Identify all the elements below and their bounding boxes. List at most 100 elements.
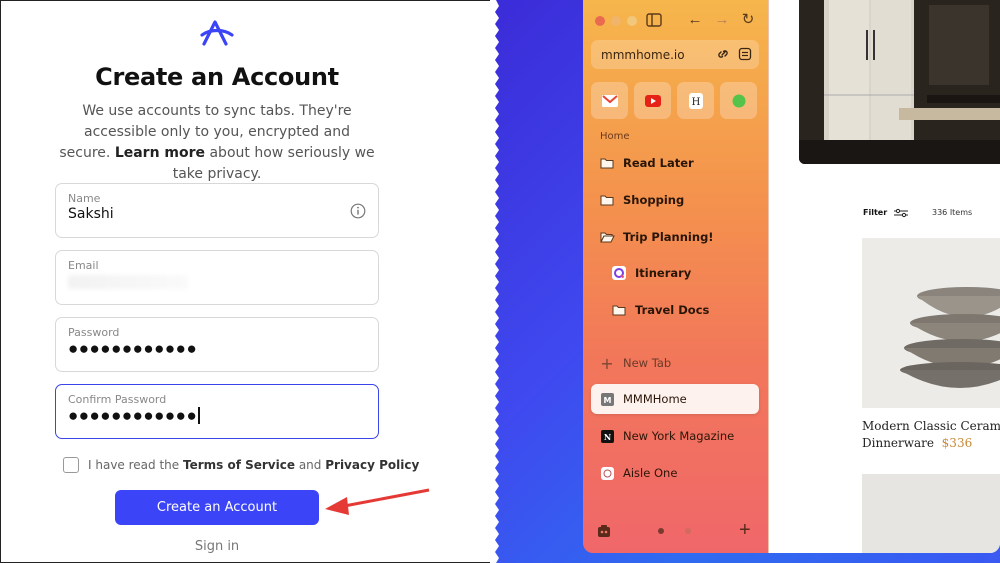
product-image-bowls[interactable] (862, 238, 1000, 408)
tab-label: Aisle One (623, 466, 678, 480)
terms-row: I have read the Terms of Service and Pri… (63, 457, 419, 473)
reload-icon[interactable]: ↻ (739, 11, 757, 29)
tab-new-york-magazine[interactable]: N New York Magazine (591, 421, 759, 451)
email-field[interactable]: Email (55, 250, 379, 305)
tab-label: New York Magazine (623, 429, 735, 443)
sidebar-toggle-icon[interactable] (645, 11, 663, 29)
create-account-button[interactable]: Create an Account (115, 490, 319, 525)
sidebar-item-trip-planning[interactable]: Trip Planning! (591, 222, 759, 252)
new-york-magazine-favicon: N (599, 428, 615, 444)
svg-text:N: N (603, 432, 610, 442)
email-value-redacted (68, 275, 188, 289)
info-icon[interactable] (350, 203, 366, 219)
sidebar-item-label: Trip Planning! (623, 230, 714, 244)
url-text: mmmhome.io (601, 48, 685, 62)
tab-label: MMMHome (623, 392, 687, 406)
arc-logo-icon (200, 20, 234, 46)
terms-and-text: and (298, 458, 322, 472)
youtube-icon (644, 94, 661, 107)
maximize-window-button[interactable] (627, 16, 637, 26)
password-field[interactable]: Password ●●●●●●●●●●●● (55, 317, 379, 372)
itinerary-icon (611, 265, 627, 281)
terms-text: I have read the (88, 458, 180, 472)
name-value: Sakshi (68, 206, 114, 222)
filter-button[interactable]: Filter (863, 208, 908, 218)
item-count: 336 Items (932, 208, 973, 217)
spotify-icon (732, 94, 745, 107)
folder-icon (611, 302, 627, 318)
sidebar-item-shopping[interactable]: Shopping (591, 185, 759, 215)
learn-more-link[interactable]: Learn more (115, 145, 205, 161)
close-window-button[interactable] (595, 16, 605, 26)
tab-mmmhome[interactable]: M MMMHome (591, 384, 759, 414)
sidebar-item-travel-docs[interactable]: Travel Docs (591, 295, 759, 325)
terms-checkbox[interactable] (63, 457, 79, 473)
product-price: $336 (941, 436, 973, 450)
library-icon[interactable] (596, 523, 612, 539)
page-subtitle: We use accounts to sync tabs. They're ac… (57, 101, 377, 185)
sidebar-item-label: Itinerary (635, 266, 692, 280)
reader-icon[interactable] (737, 46, 753, 62)
confirm-password-value-wrap: ●●●●●●●●●●●● (68, 406, 201, 426)
privacy-policy-link[interactable]: Privacy Policy (325, 458, 419, 472)
favorite-gmail[interactable] (591, 82, 628, 119)
product-title[interactable]: Modern Classic Ceramic Dinnerware $336 (862, 418, 1000, 452)
folder-open-icon (599, 229, 615, 245)
web-page-content: Filter 336 Items Modern Classic Ceramic (768, 0, 1000, 553)
back-arrow-icon[interactable]: ← (686, 11, 704, 29)
tab-aisle-one[interactable]: Aisle One (591, 458, 759, 488)
kitchen-photo (799, 0, 1000, 164)
confirm-password-label: Confirm Password (68, 393, 167, 406)
svg-text:M: M (603, 396, 611, 405)
favorite-spotify[interactable] (720, 82, 757, 119)
sidebar-item-label: Travel Docs (635, 303, 710, 317)
folder-icon (599, 155, 615, 171)
product-name-line-2: Dinnerware $336 (862, 435, 1000, 452)
terms-of-service-link[interactable]: Terms of Service (183, 458, 295, 472)
sign-in-link[interactable]: Sign in (115, 539, 319, 554)
link-icon[interactable] (715, 46, 731, 62)
new-tab-button[interactable]: + New Tab (591, 348, 759, 378)
password-value: ●●●●●●●●●●●● (68, 339, 198, 358)
filter-sliders-icon (894, 208, 908, 218)
favorite-hinge[interactable]: H (677, 82, 714, 119)
sidebar-section-label: Home (600, 131, 630, 142)
space-dot[interactable] (685, 528, 691, 534)
forward-arrow-icon[interactable]: → (713, 11, 731, 29)
favorite-youtube[interactable] (634, 82, 671, 119)
folder-icon (599, 192, 615, 208)
email-label: Email (68, 259, 99, 272)
name-field[interactable]: Name Sakshi (55, 183, 379, 238)
aisle-one-favicon (599, 465, 615, 481)
sidebar-item-read-later[interactable]: Read Later (591, 148, 759, 178)
stacked-bowls-photo (862, 238, 1000, 408)
product-image-2[interactable] (862, 474, 1000, 553)
svg-text:H: H (691, 97, 700, 108)
product-name-line-2-text: Dinnerware (862, 436, 935, 450)
page-title: Create an Account (95, 63, 339, 91)
filter-label: Filter (863, 208, 888, 217)
red-arrow-annotation (325, 488, 430, 515)
space-dot-active[interactable] (658, 528, 664, 534)
password-label: Password (68, 326, 120, 339)
confirm-password-field[interactable]: Confirm Password ●●●●●●●●●●●● (55, 384, 379, 439)
plus-icon: + (600, 353, 614, 373)
gmail-icon (601, 94, 618, 107)
name-label: Name (68, 192, 101, 205)
mmmhome-favicon: M (599, 391, 615, 407)
new-tab-label: New Tab (623, 356, 672, 370)
torn-edge (490, 0, 499, 563)
product-name-line-1: Modern Classic Ceramic (862, 419, 1000, 433)
text-caret (198, 407, 201, 424)
sidebar-item-itinerary[interactable]: Itinerary (591, 258, 759, 288)
minimize-window-button[interactable] (611, 16, 621, 26)
url-bar[interactable]: mmmhome.io (591, 40, 759, 69)
signup-panel: Create an Account We use accounts to syn… (0, 0, 500, 563)
sidebar-item-label: Shopping (623, 193, 685, 207)
add-space-plus-icon[interactable]: + (739, 520, 751, 540)
confirm-password-value: ●●●●●●●●●●●● (68, 406, 198, 425)
hinge-icon: H (688, 92, 703, 109)
browser-sidebar: ← → ↻ mmmhome.io H Home Read Later Shopp… (583, 0, 768, 553)
sidebar-item-label: Read Later (623, 156, 694, 170)
kitchen-hero-image (799, 0, 1000, 164)
